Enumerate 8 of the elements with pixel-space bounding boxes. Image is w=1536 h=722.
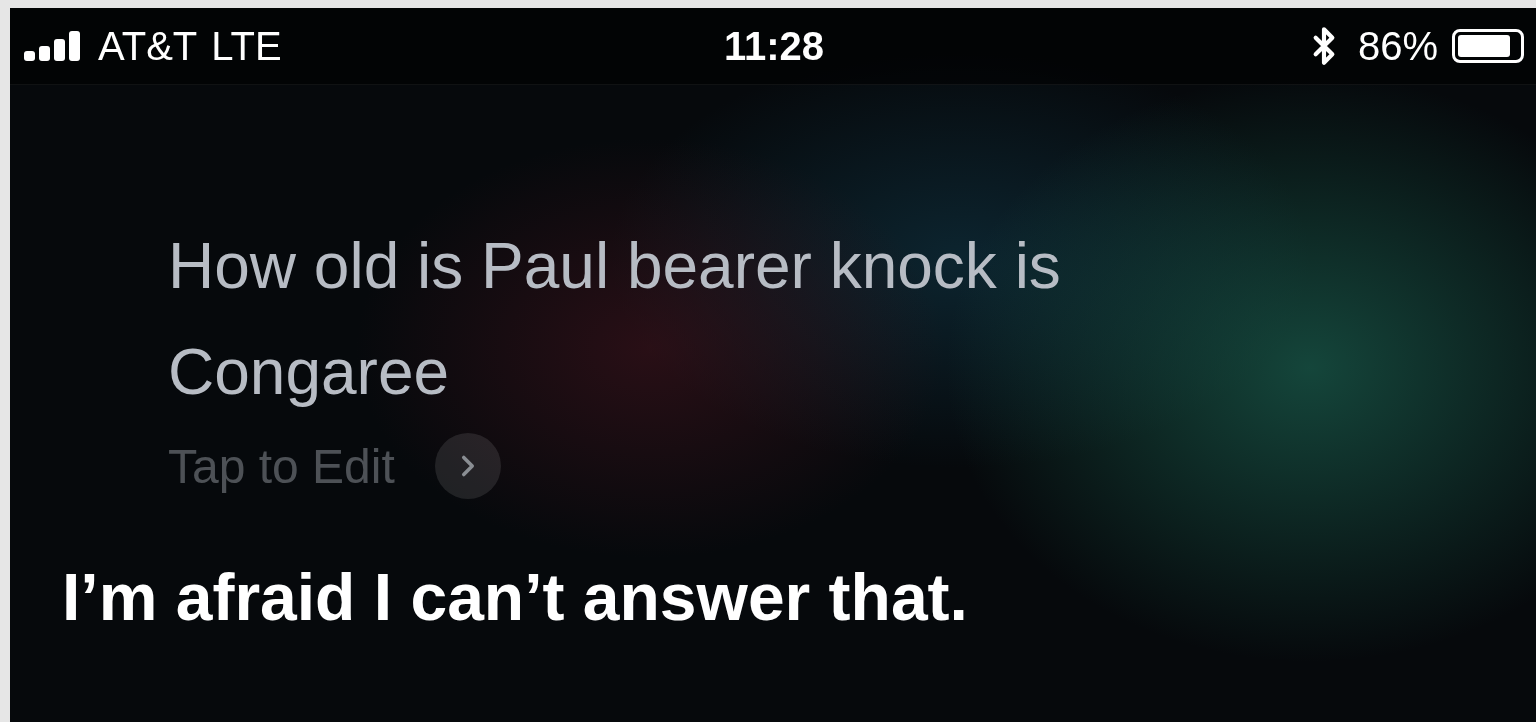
clock: 11:28 — [723, 23, 825, 69]
network-type: LTE — [211, 23, 282, 69]
spoken-query: How old is Paul bearer knock is Congaree — [168, 229, 1062, 410]
siri-response: I’m afraid I can’t answer that. — [62, 559, 969, 635]
battery-percentage: 86% — [1357, 23, 1438, 69]
tap-to-edit-label: Tap to Edit — [168, 438, 395, 494]
battery-icon — [1452, 29, 1524, 63]
carrier: AT&T — [98, 23, 198, 69]
